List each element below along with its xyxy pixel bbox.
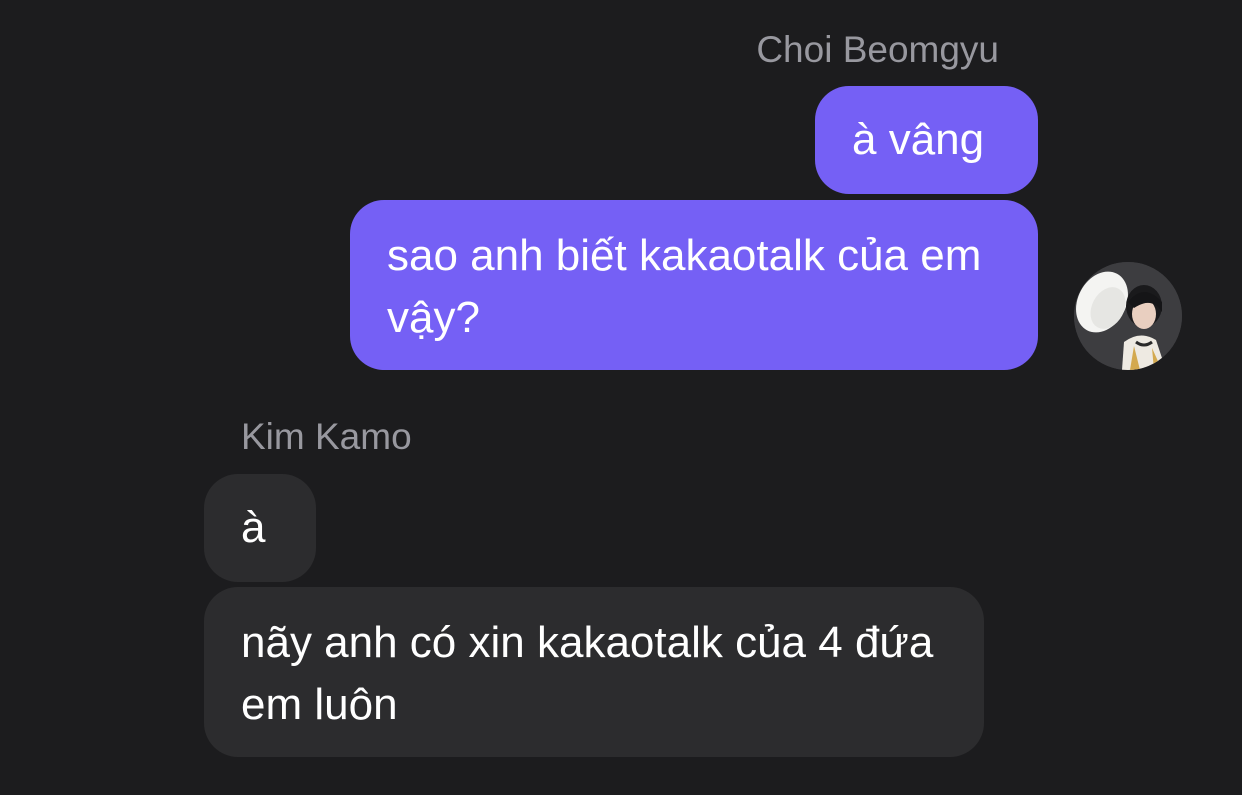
incoming-message-bubble[interactable]: à <box>204 474 316 582</box>
profile-photo-avatar-icon <box>1074 262 1182 370</box>
outgoing-sender-name: Choi Beomgyu <box>756 29 999 70</box>
message-text: à vâng <box>852 115 985 164</box>
message-text: nãy anh có xin kakaotalk của 4 đứa em lu… <box>241 618 934 729</box>
outgoing-message-bubble[interactable]: sao anh biết kakaotalk của em vậy? <box>350 200 1038 370</box>
incoming-sender-name: Kim Kamo <box>241 416 412 457</box>
outgoing-message-bubble[interactable]: à vâng <box>815 86 1038 194</box>
message-text: sao anh biết kakaotalk của em vậy? <box>387 231 982 342</box>
message-text: à <box>241 503 266 552</box>
incoming-message-bubble[interactable]: nãy anh có xin kakaotalk của 4 đứa em lu… <box>204 587 984 757</box>
avatar[interactable] <box>1074 262 1182 370</box>
